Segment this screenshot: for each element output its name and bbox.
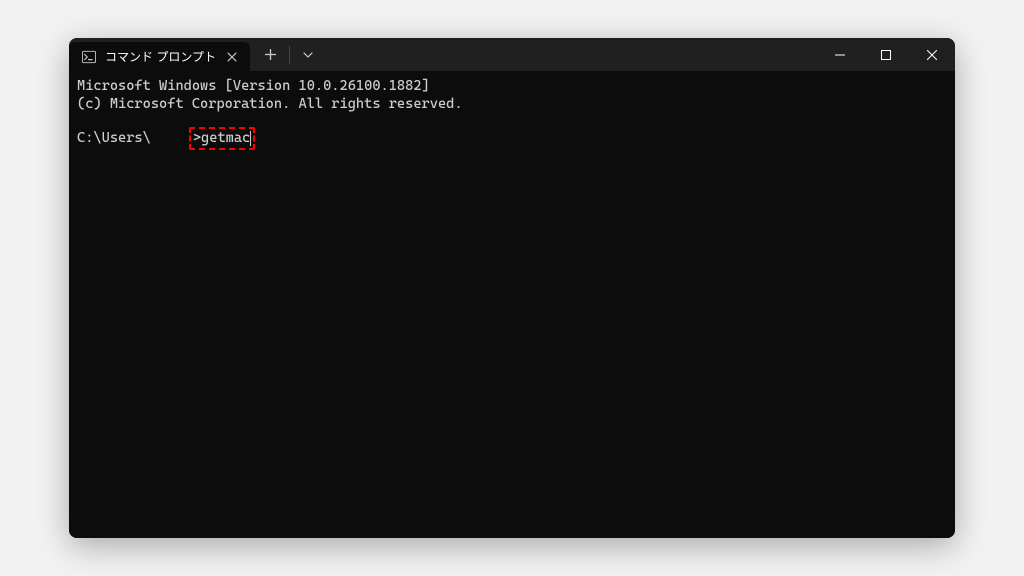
tab-title: コマンド プロンプト (105, 48, 216, 65)
title-bar-drag-area[interactable] (323, 38, 817, 71)
close-button[interactable] (909, 38, 955, 71)
tab-dropdown-button[interactable] (293, 41, 323, 69)
version-line: Microsoft Windows [Version 10.0.26100.18… (77, 77, 947, 95)
title-bar[interactable]: コマンド プロンプト (69, 38, 955, 71)
terminal-window: コマンド プロンプト (69, 38, 955, 538)
copyright-line: (c) Microsoft Corporation. All rights re… (77, 95, 947, 113)
prompt-path-prefix: C:\Users\ (77, 129, 151, 147)
cmd-icon (81, 49, 97, 65)
command-highlight-box: >getmac (189, 127, 255, 149)
minimize-button[interactable] (817, 38, 863, 71)
typed-command: getmac (201, 129, 250, 147)
text-cursor (250, 131, 251, 146)
terminal-output-area[interactable]: Microsoft Windows [Version 10.0.26100.18… (69, 71, 955, 538)
divider (289, 46, 290, 64)
tab-close-button[interactable] (224, 49, 240, 65)
tab-command-prompt[interactable]: コマンド プロンプト (69, 42, 250, 71)
redacted-username (151, 131, 189, 145)
tab-actions (250, 38, 323, 71)
prompt-line: C:\Users\ >getmac (77, 127, 947, 149)
maximize-button[interactable] (863, 38, 909, 71)
new-tab-button[interactable] (256, 41, 286, 69)
prompt-caret: > (193, 129, 201, 147)
window-controls (817, 38, 955, 71)
